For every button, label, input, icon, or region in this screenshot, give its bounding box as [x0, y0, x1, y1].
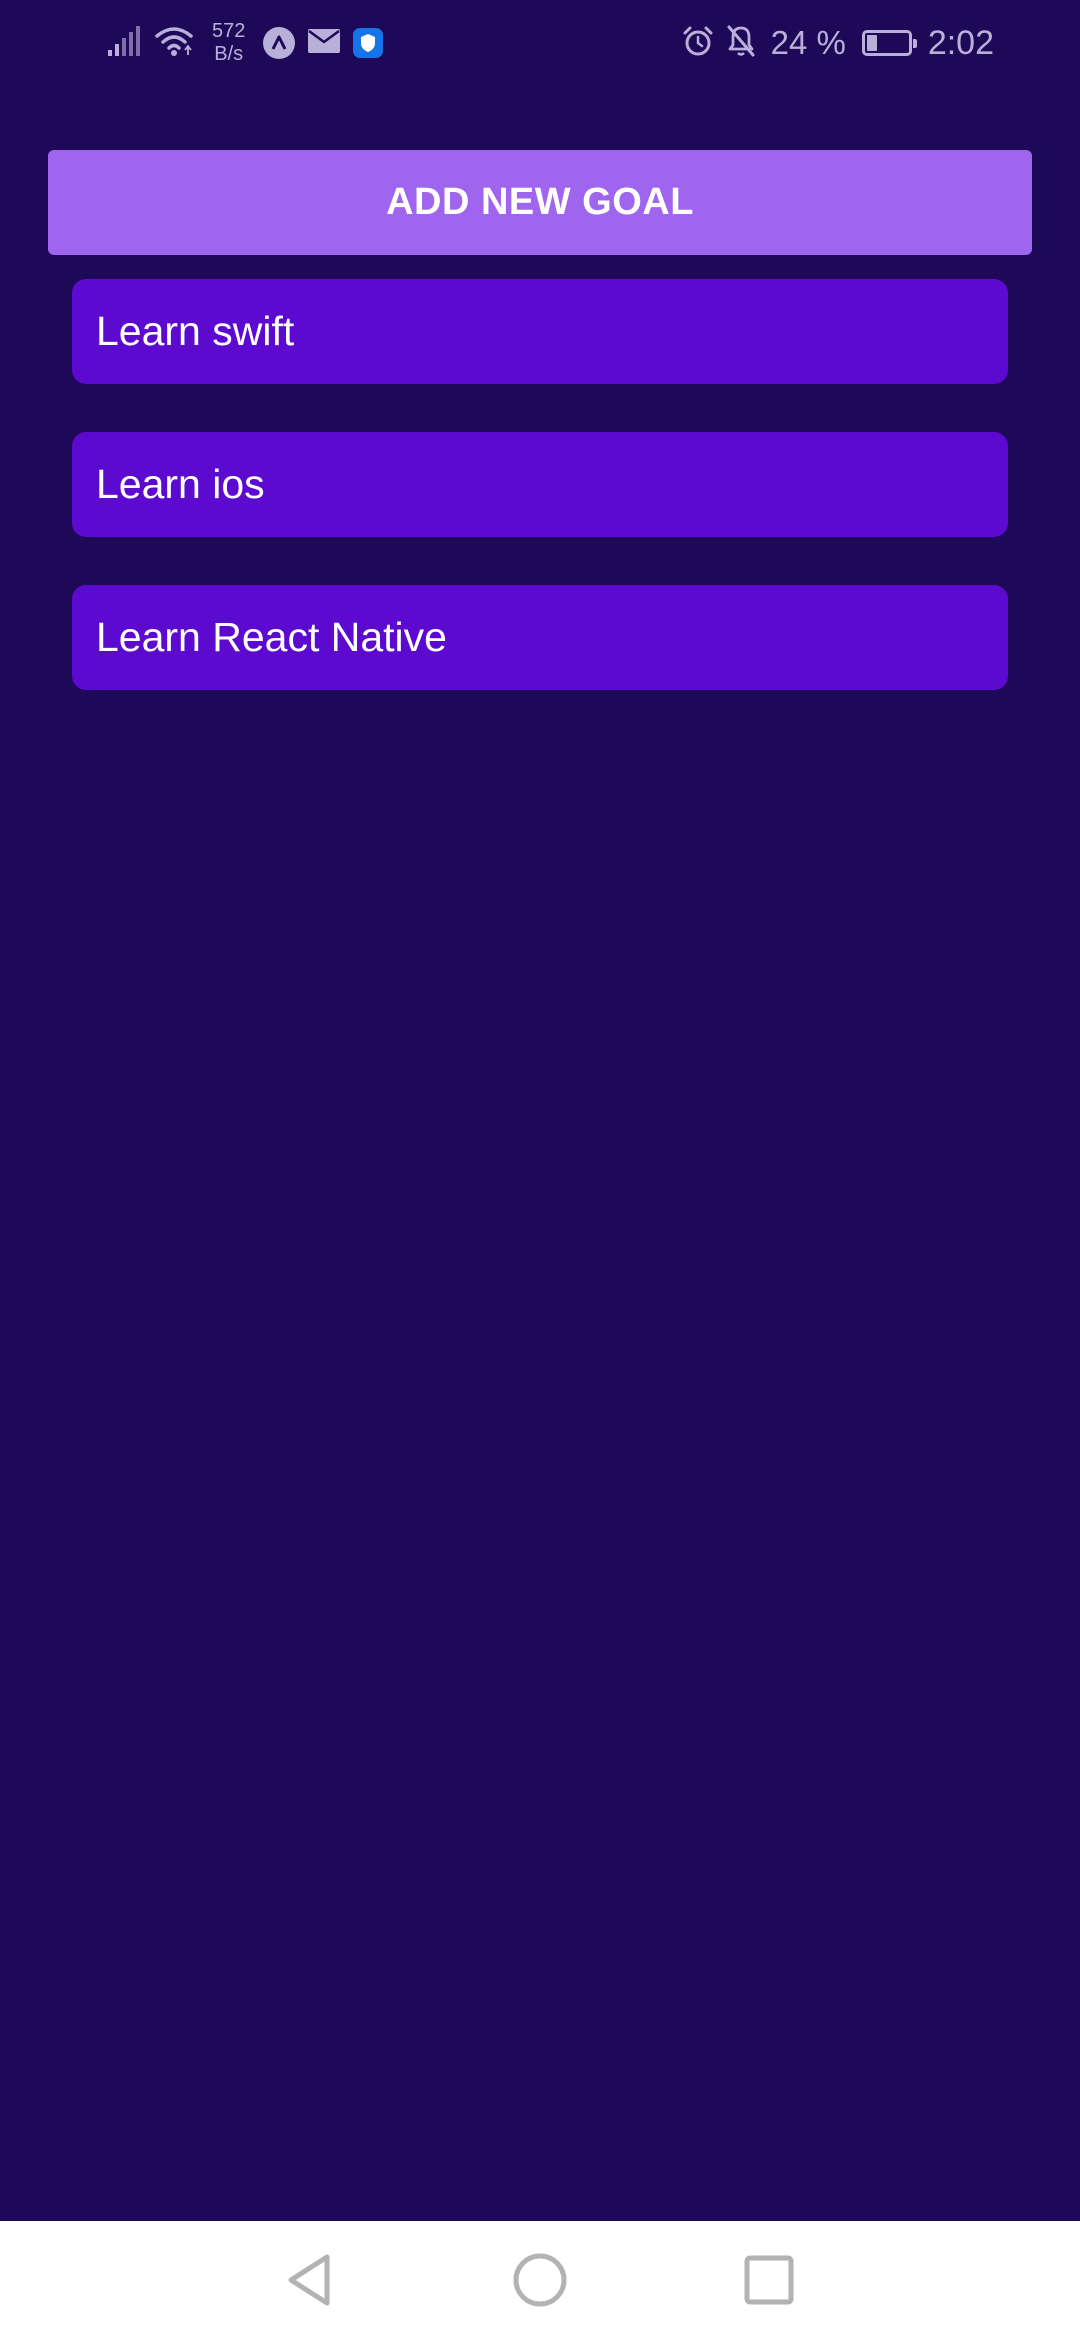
battery-icon: [861, 30, 917, 56]
navigation-bar: [0, 2221, 1080, 2340]
app-a-icon: [263, 27, 296, 59]
network-speed: 572 B/s: [212, 20, 245, 66]
network-speed-unit: B/s: [214, 43, 244, 65]
add-new-goal-button[interactable]: ADD NEW GOAL: [48, 150, 1032, 255]
status-bar-right: 24 % 2:02: [681, 18, 994, 68]
bell-off-icon: [725, 24, 757, 63]
back-icon[interactable]: [274, 2245, 344, 2315]
goal-item-label: Learn React Native: [96, 614, 447, 660]
goal-item[interactable]: Learn React Native: [72, 585, 1008, 690]
goal-item[interactable]: Learn swift: [72, 279, 1008, 384]
shield-icon: [353, 28, 384, 58]
mail-icon: [307, 28, 341, 59]
status-bar-left: 572 B/s: [106, 18, 384, 68]
battery-percent: 24 %: [770, 24, 846, 61]
recents-icon[interactable]: [734, 2245, 804, 2315]
goal-list: Learn swift Learn ios Learn React Native: [72, 279, 1008, 738]
status-bar: 572 B/s 24 % 2:02: [0, 0, 1080, 84]
battery-tip: [912, 39, 917, 48]
goal-item[interactable]: Learn ios: [72, 432, 1008, 537]
home-icon[interactable]: [505, 2245, 575, 2315]
signal-icon: [106, 24, 142, 63]
battery-level: [866, 35, 878, 51]
goal-item-label: Learn swift: [96, 308, 295, 354]
wifi-icon: [154, 24, 194, 63]
goal-item-label: Learn ios: [96, 461, 265, 507]
network-speed-value: 572: [212, 20, 246, 42]
clock: 2:02: [927, 23, 994, 62]
alarm-icon: [681, 24, 715, 63]
